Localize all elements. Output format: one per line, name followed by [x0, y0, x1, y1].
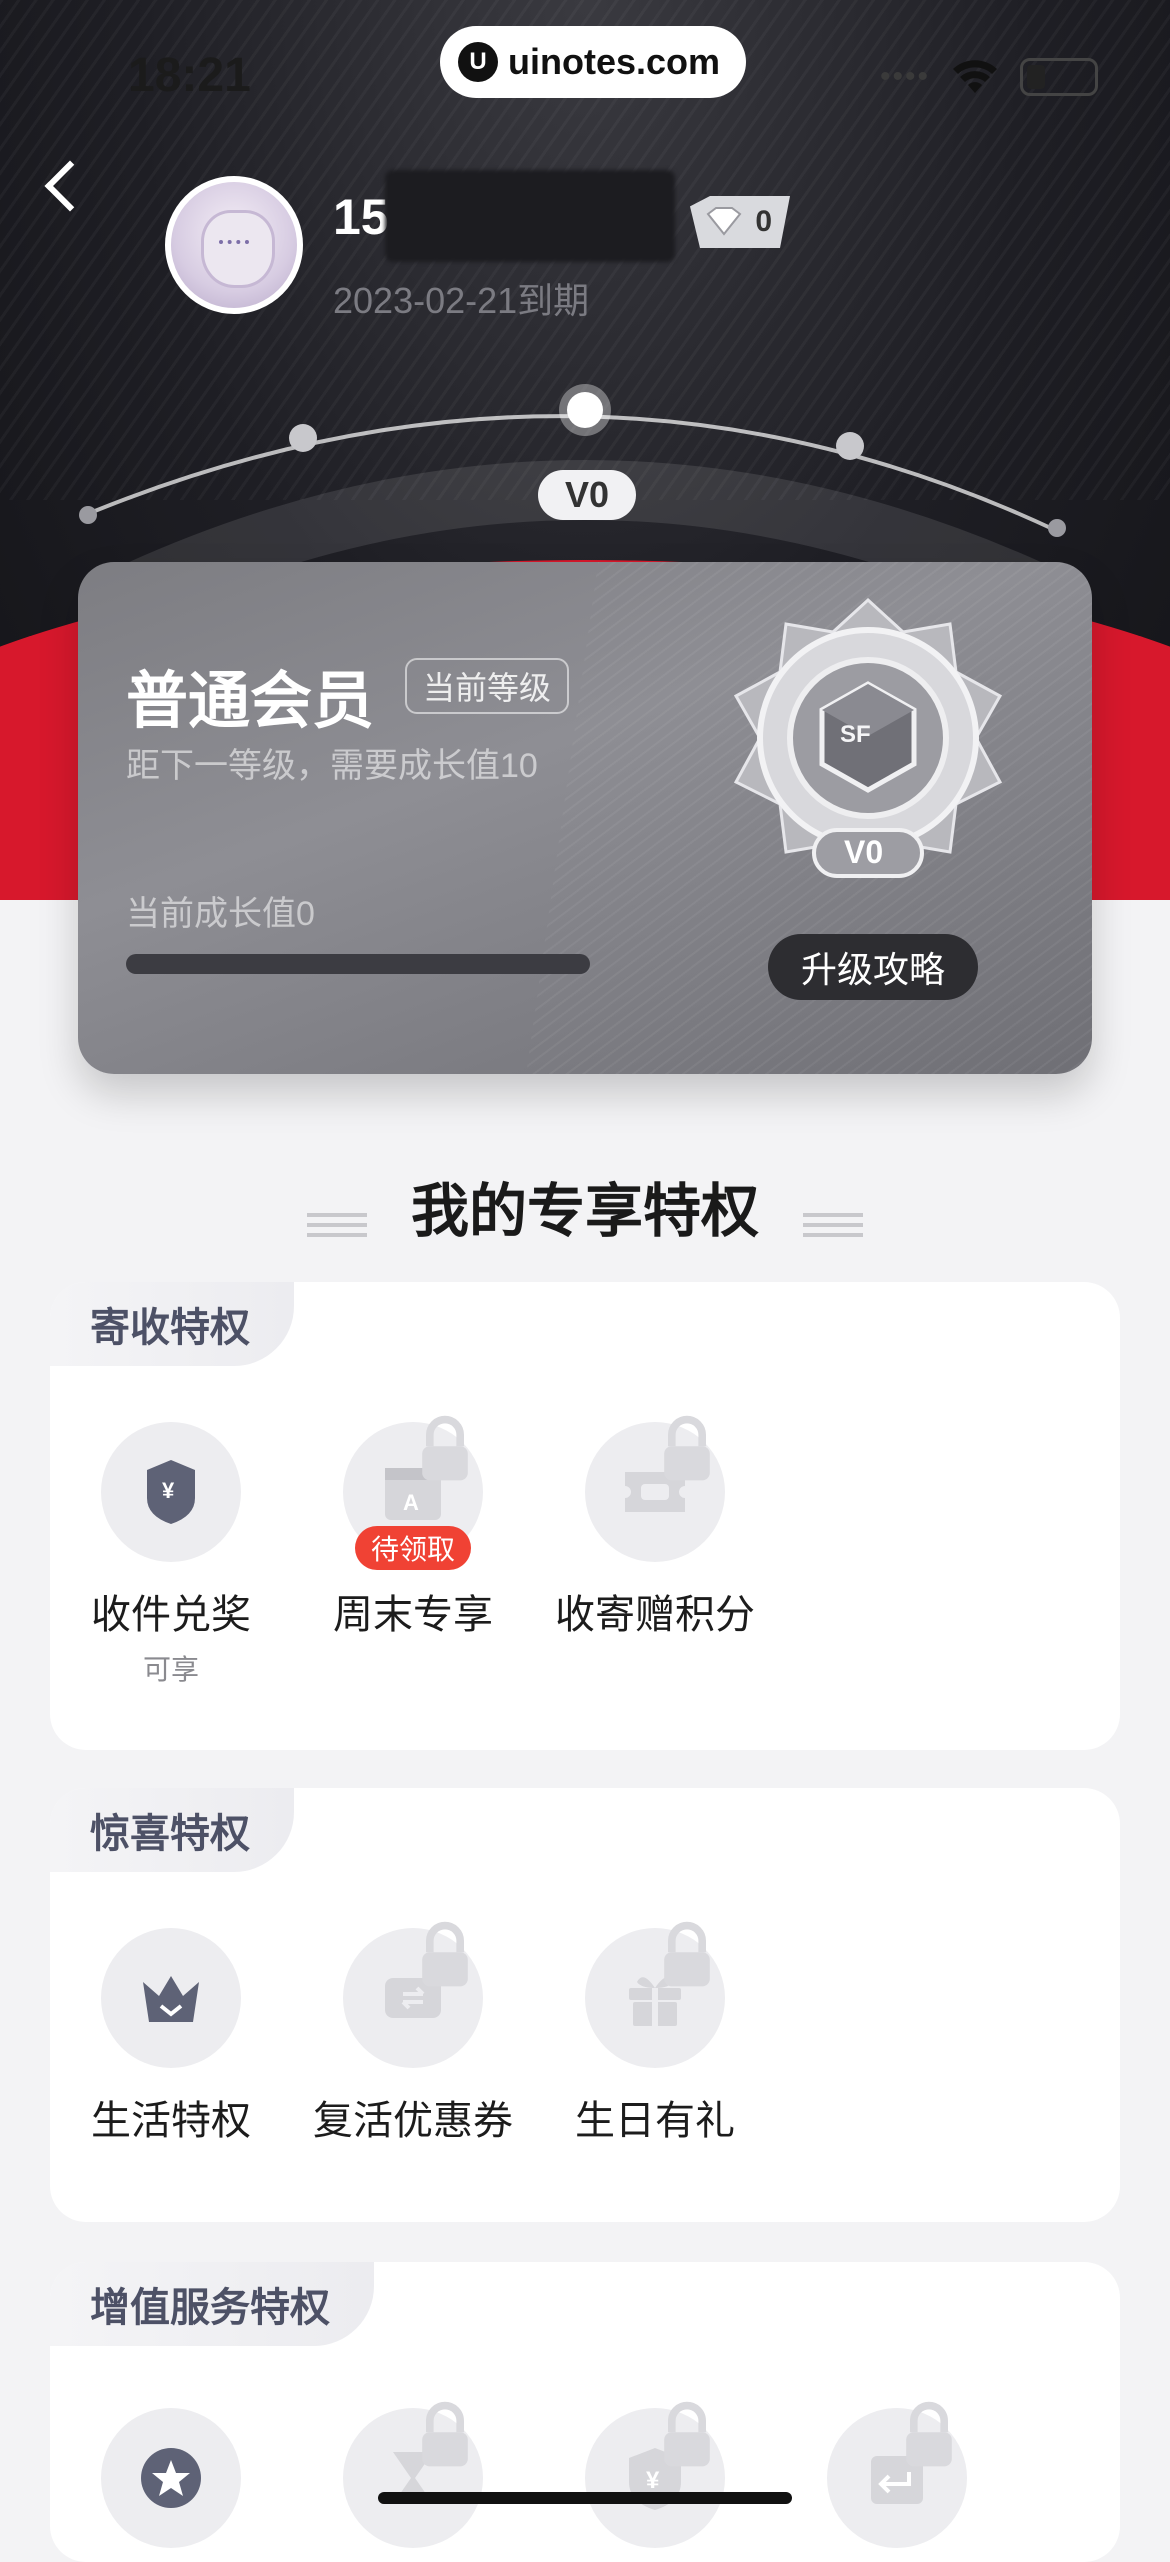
svg-text:A: A: [403, 1490, 419, 1515]
wifi-icon: [953, 60, 997, 93]
privilege-items: 生活特权 复活优惠券 生日有礼: [50, 1921, 1120, 2146]
pending-badge: 待领取: [354, 1526, 472, 1570]
battery-icon: [1020, 58, 1098, 96]
level-medal-icon: SF V0: [733, 597, 1003, 879]
growth-progress-bar: [126, 954, 590, 974]
privilege-label: 收件兑奖: [91, 1593, 251, 1637]
upgrade-guide-button[interactable]: 升级攻略: [768, 934, 978, 1000]
svg-text:SF: SF: [840, 721, 871, 748]
privilege-icon-circle: [101, 2408, 241, 2548]
reward-badge-icon: ¥: [147, 1460, 195, 1524]
privileges-section-header: 我的专享特权: [0, 1164, 1170, 1248]
star-icon: [141, 2448, 201, 2508]
privilege-item[interactable]: 收寄赠积分: [534, 1415, 776, 1688]
next-level-hint: 距下一等级，需要成长值10: [126, 747, 538, 785]
member-level-title: 普通会员: [126, 667, 375, 736]
privilege-items: ¥: [50, 2401, 1120, 2548]
lock-icon: [422, 2401, 468, 2467]
privilege-item[interactable]: 生活特权: [50, 1928, 292, 2146]
privilege-item[interactable]: [292, 2401, 534, 2548]
privilege-icon-circle: [585, 1415, 725, 1562]
title-decoration-left: [306, 1212, 367, 1241]
privilege-icon-circle: [827, 2401, 967, 2548]
status-time: 18:21: [128, 49, 251, 102]
level-dot: [79, 506, 97, 524]
member-card: 普通会员 当前等级 距下一等级，需要成长值10 当前成长值0 SF V0 升级攻…: [78, 562, 1092, 1074]
vip-level-badge[interactable]: 0: [690, 196, 790, 248]
privilege-icon-circle: [101, 1928, 241, 2068]
privilege-panel: 惊喜特权 生活特权 复活优惠券 生日有礼: [50, 1788, 1120, 2222]
home-indicator[interactable]: [378, 2492, 792, 2504]
level-dot: [836, 432, 864, 460]
privilege-items: ¥ 收件兑奖可享 A 待领取周末专享 收寄赠积分: [50, 1415, 1120, 1688]
avatar[interactable]: [165, 176, 303, 314]
privilege-item[interactable]: [50, 2408, 292, 2548]
watermark-text: uinotes.com: [508, 41, 721, 82]
privilege-label: 生日有礼: [575, 2099, 735, 2143]
level-dot-current: [567, 392, 603, 428]
lock-icon: [422, 1415, 468, 1481]
expire-date: 2023-02-21到期: [333, 280, 590, 321]
privilege-panel: 寄收特权 ¥ 收件兑奖可享 A 待领取周末专享 收寄赠积分: [50, 1282, 1120, 1750]
privilege-icon-circle: ¥: [585, 2401, 725, 2548]
phone-number-mask: [385, 170, 675, 262]
privilege-label: 收寄赠积分: [555, 1593, 755, 1637]
panel-tab: 寄收特权: [50, 1282, 294, 1366]
svg-text:V0: V0: [844, 834, 883, 870]
watermark-logo-icon: U: [458, 42, 498, 82]
title-decoration-right: [803, 1212, 864, 1241]
svg-text:¥: ¥: [162, 1478, 175, 1503]
privilege-icon-circle: ¥: [101, 1422, 241, 1562]
privilege-item[interactable]: [776, 2401, 1018, 2548]
privilege-label: 周末专享: [333, 1593, 493, 1637]
privilege-icon-circle: [585, 1921, 725, 2068]
current-level-pill: V0: [538, 470, 636, 520]
panel-tab: 增值服务特权: [50, 2262, 374, 2346]
privilege-item[interactable]: ¥ 收件兑奖可享: [50, 1422, 292, 1688]
growth-value: 当前成长值0: [126, 895, 315, 933]
crown-icon: [143, 1976, 199, 2022]
privilege-label: 生活特权: [91, 2099, 251, 2143]
lock-icon: [664, 1921, 710, 1987]
diamond-icon: [706, 207, 742, 236]
watermark: U uinotes.com: [440, 26, 747, 98]
privilege-icon-circle: [343, 1921, 483, 2068]
privilege-icon-circle: [343, 2401, 483, 2548]
privileges-title: 我的专享特权: [410, 1179, 759, 1244]
level-dot: [1048, 519, 1066, 537]
status-icons: ••••: [880, 58, 1098, 96]
current-level-tag: 当前等级: [405, 658, 570, 714]
privilege-panel: 增值服务特权 ¥: [50, 2262, 1120, 2562]
lock-icon: [664, 1415, 710, 1481]
lock-icon: [422, 1921, 468, 1987]
signal-icon: ••••: [879, 60, 930, 93]
lock-icon: [906, 2401, 952, 2467]
privilege-sublabel: 可享: [142, 1654, 199, 1685]
lock-icon: [664, 2401, 710, 2467]
privilege-item[interactable]: ¥: [534, 2401, 776, 2548]
privilege-item[interactable]: 复活优惠券: [292, 1921, 534, 2146]
phone-number: 15: [333, 189, 389, 245]
privilege-label: 复活优惠券: [313, 2099, 513, 2143]
privilege-item[interactable]: A 待领取周末专享: [292, 1415, 534, 1688]
privilege-item[interactable]: 生日有礼: [534, 1921, 776, 2146]
vip-level-number: 0: [755, 205, 772, 238]
panel-tab: 惊喜特权: [50, 1788, 294, 1872]
level-dot: [289, 424, 317, 452]
